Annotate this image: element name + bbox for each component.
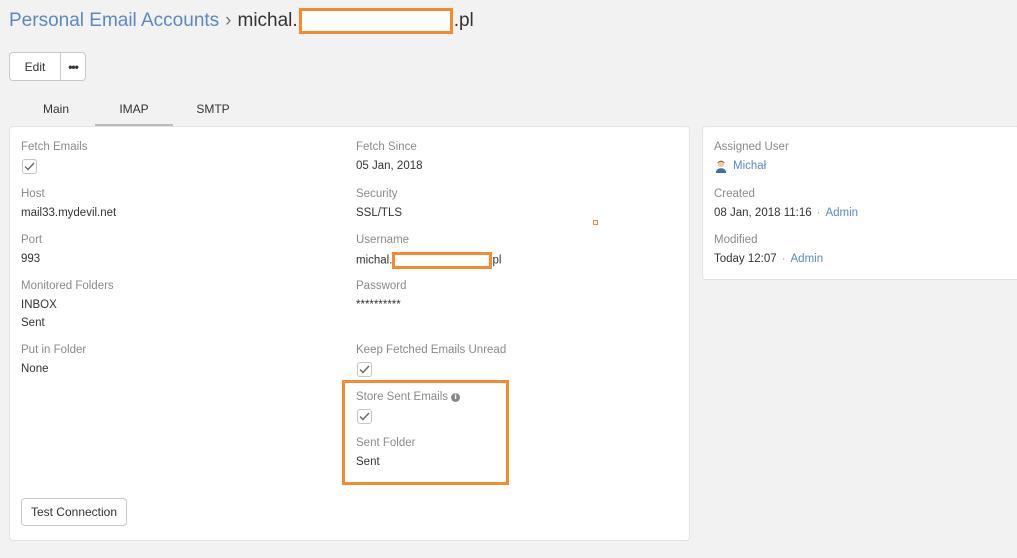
username-value: michal. pl	[356, 252, 501, 269]
username-redaction-box	[392, 252, 493, 269]
security-field: Security SSL/TLS	[356, 187, 402, 220]
sent-folder-label: Sent Folder	[356, 437, 416, 449]
password-label: Password	[356, 280, 407, 292]
assigned-user-field: Assigned User Michał	[714, 140, 789, 173]
page-title: michal. .pl	[237, 8, 474, 34]
page: Personal Email Accounts › michal. .pl Edit …	[0, 0, 1017, 558]
modified-date: Today 12:07	[714, 253, 777, 265]
checkmark-icon	[359, 365, 370, 374]
fetch-emails-label: Fetch Emails	[21, 141, 88, 153]
fetch-since-value: 05 Jan, 2018	[356, 160, 423, 172]
checkmark-icon	[359, 412, 370, 421]
password-field: Password **********	[356, 279, 407, 312]
annotation-marker	[593, 220, 598, 225]
tab-smtp[interactable]: SMTP	[173, 98, 253, 126]
fetch-emails-field: Fetch Emails	[21, 140, 87, 174]
store-sent-label: Store Sent Emails i	[356, 390, 461, 404]
ellipsis-icon: •••	[68, 59, 79, 74]
host-field: Host mail33.mydevil.net	[21, 187, 116, 220]
put-in-folder-value: None	[21, 363, 49, 375]
keep-unread-field: Keep Fetched Emails Unread	[356, 343, 506, 377]
breadcrumb: Personal Email Accounts › michal. .pl	[9, 8, 474, 34]
title-prefix: michal.	[237, 10, 298, 32]
port-field: Port 993	[21, 233, 42, 266]
host-value: mail33.mydevil.net	[21, 207, 117, 219]
username-label: Username	[356, 234, 410, 246]
user-avatar-icon	[715, 160, 727, 173]
store-sent-field: Store Sent Emails i	[356, 390, 461, 424]
fetch-since-label: Fetch Since	[356, 141, 417, 153]
created-separator: ·	[816, 207, 821, 219]
tab-main[interactable]: Main	[17, 98, 95, 126]
monitored-folder-item: Sent	[21, 317, 45, 329]
monitored-folders-field: Monitored Folders INBOX Sent	[21, 279, 114, 330]
fetch-emails-checkbox[interactable]	[22, 159, 37, 174]
keep-unread-label: Keep Fetched Emails Unread	[356, 344, 507, 356]
host-label: Host	[21, 188, 45, 200]
modified-label: Modified	[714, 234, 758, 246]
username-field: Username michal. pl	[356, 233, 501, 269]
assigned-user-value: Michał	[714, 159, 789, 173]
modified-value: Today 12:07 · Admin	[714, 252, 823, 266]
put-in-folder-label: Put in Folder	[21, 344, 87, 356]
fetch-since-field: Fetch Since 05 Jan, 2018	[356, 140, 423, 173]
store-sent-label-text: Store Sent Emails	[356, 391, 449, 403]
keep-unread-checkbox[interactable]	[357, 362, 372, 377]
checkmark-icon	[24, 162, 35, 171]
tab-imap[interactable]: IMAP	[95, 98, 173, 126]
username-suffix: pl	[492, 254, 502, 267]
assigned-user-link[interactable]: Michał	[733, 159, 766, 173]
edit-button[interactable]: Edit	[9, 52, 61, 81]
modified-field: Modified Today 12:07 · Admin	[714, 233, 823, 266]
breadcrumb-separator: ›	[225, 10, 232, 32]
info-icon[interactable]: i	[451, 393, 461, 402]
tabs: Main IMAP SMTP	[17, 98, 253, 126]
username-prefix: michal.	[356, 254, 393, 267]
toolbar: Edit •••	[9, 52, 86, 81]
assigned-user-label: Assigned User	[714, 141, 789, 153]
security-label: Security	[356, 188, 398, 200]
store-sent-checkbox[interactable]	[357, 409, 372, 424]
monitored-folder-item: INBOX	[21, 299, 57, 311]
port-value: 993	[21, 253, 41, 265]
password-value: **********	[356, 299, 401, 311]
side-panel: Assigned User Michał Created 08 Jan, 201…	[702, 126, 1017, 280]
imap-panel: Fetch Emails Host mail33.mydevil.net Por…	[9, 126, 690, 541]
test-connection-button[interactable]: Test Connection	[21, 498, 127, 526]
modified-by-link[interactable]: Admin	[791, 253, 824, 265]
monitored-folders-value: INBOX Sent	[21, 298, 114, 330]
monitored-folders-label: Monitored Folders	[21, 280, 114, 292]
created-by-link[interactable]: Admin	[825, 207, 858, 219]
created-field: Created 08 Jan, 2018 11:16 · Admin	[714, 187, 858, 220]
title-redaction-box	[298, 8, 453, 34]
put-in-folder-field: Put in Folder None	[21, 343, 86, 376]
created-value: 08 Jan, 2018 11:16 · Admin	[714, 206, 858, 220]
more-actions-button[interactable]: •••	[61, 52, 86, 81]
created-date: 08 Jan, 2018 11:16	[714, 207, 812, 219]
port-label: Port	[21, 234, 43, 246]
sent-folder-value: Sent	[356, 456, 380, 468]
security-value: SSL/TLS	[356, 207, 403, 219]
sent-folder-field: Sent Folder Sent	[356, 436, 415, 469]
breadcrumb-parent-link[interactable]: Personal Email Accounts	[9, 10, 219, 31]
created-label: Created	[714, 188, 755, 200]
title-suffix: .pl	[453, 10, 474, 32]
modified-separator: ·	[781, 253, 786, 265]
